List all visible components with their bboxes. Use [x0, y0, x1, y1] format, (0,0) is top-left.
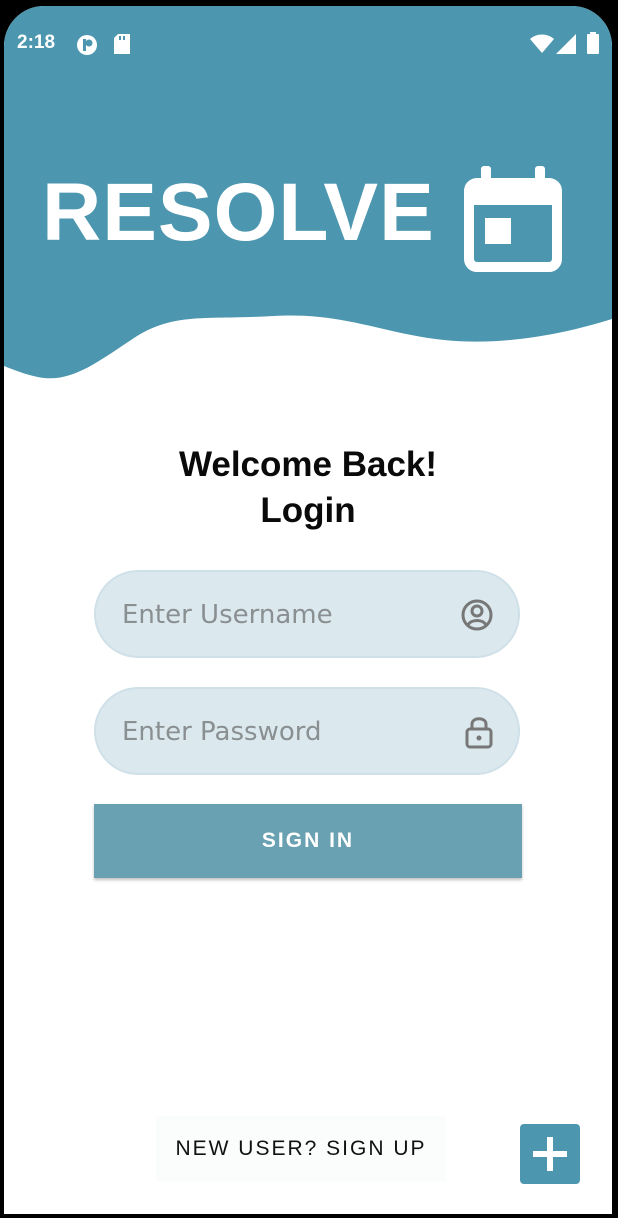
wifi-icon — [530, 34, 554, 53]
plus-icon — [533, 1137, 567, 1171]
login-title: Welcome Back! Login — [4, 442, 612, 534]
battery-icon — [587, 32, 599, 54]
sd-card-icon — [114, 34, 130, 54]
app-logo-text: RESOLVE — [42, 167, 435, 258]
username-field[interactable] — [94, 570, 520, 658]
welcome-heading: Welcome Back! — [178, 445, 438, 484]
status-bar: 2:18 — [4, 6, 612, 76]
username-input[interactable] — [120, 572, 444, 658]
lock-icon — [465, 717, 493, 749]
signal-icon — [556, 34, 576, 54]
password-field[interactable] — [94, 687, 520, 775]
password-input[interactable] — [120, 689, 444, 775]
add-button[interactable] — [520, 1124, 580, 1184]
login-heading: Login — [260, 491, 356, 530]
sign-up-link-button[interactable]: NEW USER? SIGN UP — [156, 1116, 446, 1182]
status-time: 2:18 — [17, 32, 56, 53]
calendar-icon — [464, 166, 562, 272]
notification-icon — [77, 35, 97, 55]
sign-in-button[interactable]: SIGN IN — [94, 804, 522, 878]
user-circle-icon — [461, 599, 493, 631]
app-screen: 2:18 RESOLVE Welcome Back! Login Enter U… — [4, 6, 612, 1214]
